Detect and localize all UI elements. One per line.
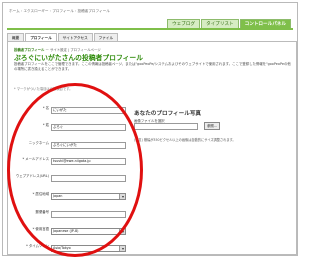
form-row-url: ウェブアドレス(URL) bbox=[14, 174, 154, 182]
region-select[interactable]: Japan bbox=[51, 193, 126, 200]
nickname-input[interactable]: ぷろぐにいがた bbox=[51, 142, 126, 149]
profile-panel: 投稿者プロフィール ー サイト設定 | プロフィールページ ぷろぐにいがたさんの… bbox=[7, 41, 297, 255]
timezone-label: * タイムゾーン bbox=[26, 244, 49, 248]
subtab-site-access[interactable]: サイトアクセス bbox=[57, 33, 93, 41]
photo-file-input[interactable] bbox=[134, 123, 198, 130]
breadcrumb-sep: › bbox=[49, 9, 52, 13]
language-label: * 使用言語 bbox=[32, 227, 49, 231]
breadcrumb-item[interactable]: ホーム bbox=[9, 9, 20, 13]
email-input[interactable]: tsushi@ewe-niigata.jp bbox=[51, 158, 126, 165]
chevron-down-icon[interactable] bbox=[119, 194, 125, 199]
language-select-value: Japanese (JP-8) bbox=[53, 229, 79, 233]
form-row-nickname: ニックネーム ぷろぐにいがた bbox=[14, 141, 154, 149]
first-name-input[interactable]: にいがた bbox=[51, 107, 126, 114]
form-row-first-name: * 名 にいがた bbox=[14, 106, 154, 114]
form-row-last-name: * 姓 ぷろぐ bbox=[14, 123, 154, 131]
profile-photo-title: あなたのプロフィール写真 bbox=[134, 111, 202, 117]
page-description: 投稿者プロフィールをここで管理できます。ここの情報は投稿者ページ、または"goo… bbox=[14, 62, 291, 71]
breadcrumb: ホーム › エクスローギー › プロフィール › 投稿者プロフィール bbox=[9, 9, 110, 14]
chevron-down-icon[interactable] bbox=[119, 246, 125, 251]
tab-typelist[interactable]: タイプリスト bbox=[201, 19, 239, 28]
timezone-select[interactable]: Asia/Tokyo bbox=[51, 245, 126, 252]
tab-control-panel[interactable]: コントロールパネル bbox=[239, 19, 291, 28]
form-row-region: * 居住地域 Japan bbox=[14, 192, 154, 200]
app-frame: ホーム › エクスローギー › プロフィール › 投稿者プロフィール ウェブログ… bbox=[2, 2, 298, 257]
sub-tabs: 概要 プロフィール サイトアクセス ファイル bbox=[7, 33, 119, 41]
form-row-timezone: * タイムゾーン Asia/Tokyo bbox=[14, 244, 154, 252]
breadcrumb-item[interactable]: プロフィール bbox=[52, 9, 74, 13]
postal-code-input[interactable] bbox=[51, 211, 126, 218]
form-row-email: * メールアドレス tsushi@ewe-niigata.jp bbox=[14, 157, 154, 165]
top-nav: ウェブログ タイプリスト コントロールパネル bbox=[167, 19, 291, 28]
subtab-files[interactable]: ファイル bbox=[93, 33, 119, 41]
url-label: ウェブアドレス(URL) bbox=[15, 174, 49, 178]
subtab-overview[interactable]: 概要 bbox=[7, 33, 25, 41]
nickname-label: ニックネーム bbox=[28, 141, 49, 145]
required-note: * マークがついた項目は必須項目です。 bbox=[14, 87, 73, 91]
postal-code-label: 郵便番号 bbox=[35, 210, 49, 214]
region-label: * 居住地域 bbox=[32, 192, 49, 196]
page-title: ぷろぐにいがたさんの投稿者プロフィール bbox=[14, 54, 144, 62]
photo-note: (任意) 横幅が350ピクセル以上の画像は自動的にサイズ調整されます。 bbox=[134, 138, 236, 142]
last-name-input[interactable]: ぷろぐ bbox=[51, 124, 126, 131]
url-input[interactable] bbox=[51, 175, 126, 182]
last-name-label: * 姓 bbox=[42, 123, 49, 127]
timezone-select-value: Asia/Tokyo bbox=[53, 246, 71, 250]
first-name-label: * 名 bbox=[42, 106, 49, 110]
subtab-profile[interactable]: プロフィール bbox=[25, 33, 57, 41]
tab-weblog[interactable]: ウェブログ bbox=[167, 19, 201, 28]
browse-button[interactable]: 参照... bbox=[204, 122, 220, 130]
region-select-value: Japan bbox=[53, 194, 63, 198]
breadcrumb-item[interactable]: エクスローギー bbox=[23, 9, 48, 13]
language-select[interactable]: Japanese (JP-8) bbox=[51, 228, 126, 235]
form-row-language: * 使用言語 Japanese (JP-8) bbox=[14, 227, 154, 235]
nav-divider bbox=[7, 28, 293, 30]
breadcrumb-sep: › bbox=[74, 9, 77, 13]
breadcrumb-current: 投稿者プロフィール bbox=[77, 9, 110, 13]
form-row-postal-code: 郵便番号 bbox=[14, 210, 154, 218]
chevron-down-icon[interactable] bbox=[119, 229, 125, 234]
email-label: * メールアドレス bbox=[22, 157, 49, 161]
